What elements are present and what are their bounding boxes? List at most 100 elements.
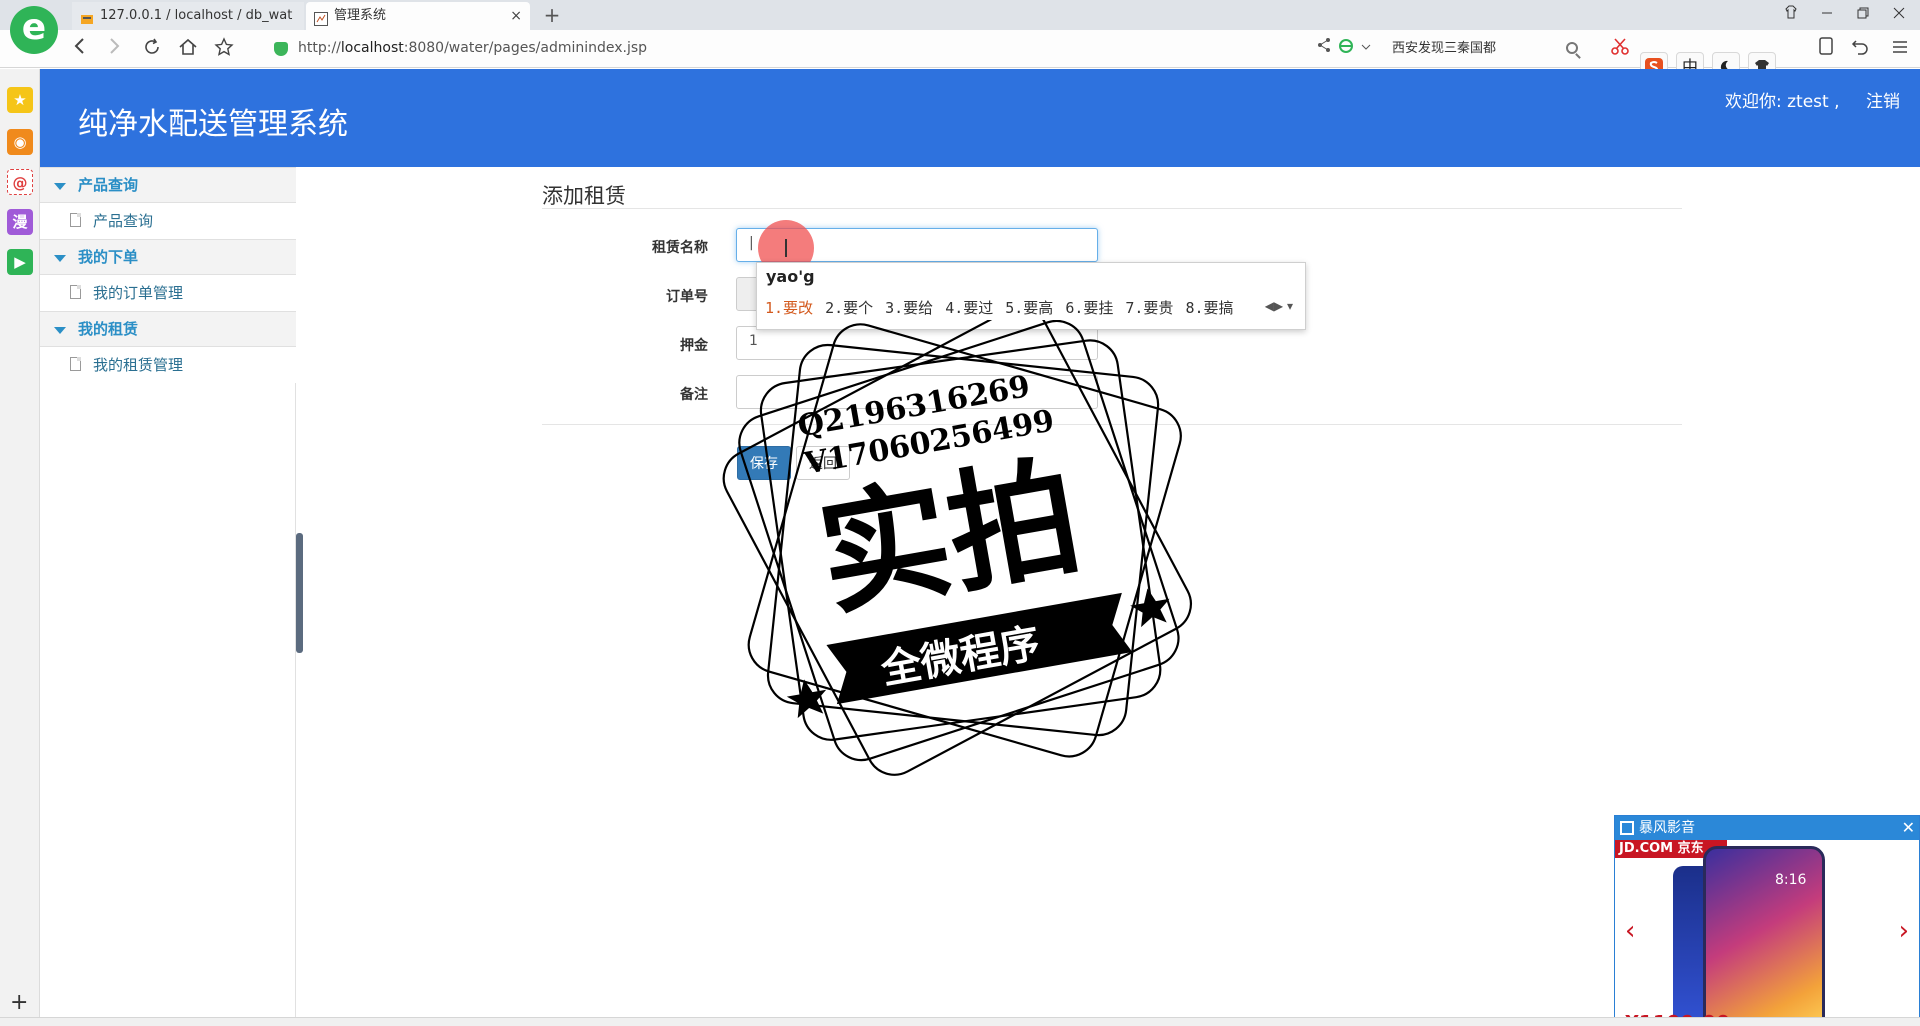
refresh-icon[interactable]: [140, 37, 164, 61]
welcome-text: 欢迎你: ztest ,: [1725, 92, 1840, 112]
sidebar-item-label: 我的租赁管理: [93, 356, 184, 374]
ime-candidate[interactable]: 5.要高: [1005, 297, 1053, 318]
ime-candidate[interactable]: 6.要挂: [1065, 297, 1113, 318]
ime-candidate[interactable]: 8.要搞: [1185, 297, 1233, 318]
tab-label: 管理系统: [334, 8, 387, 23]
deposit-label: 押金: [680, 338, 708, 354]
restore-icon[interactable]: [1852, 4, 1874, 26]
logout-link[interactable]: 注销: [1866, 87, 1900, 112]
sidebar-group-label: 我的租赁: [78, 320, 139, 338]
chevron-left-icon[interactable]: ‹: [1625, 916, 1635, 946]
ime-page-arrows-icon[interactable]: ◀▶ ▾: [1265, 299, 1293, 313]
share-icon[interactable]: [1312, 37, 1336, 61]
ime-candidate[interactable]: 2.要个: [825, 297, 873, 318]
chevron-down-icon[interactable]: [1354, 37, 1378, 61]
browser-nav-bar: http://localhost:8080/water/pages/admini…: [0, 30, 1920, 68]
ime-candidate-popup: yao'g 1.要改 2.要个 3.要给 4.要过 5.要高 6.要挂 7.要贵…: [756, 262, 1306, 330]
weibo-icon[interactable]: ◉: [7, 129, 33, 155]
sidebar-group-rentals[interactable]: 我的租赁: [40, 311, 296, 347]
minimize-icon[interactable]: [1816, 4, 1838, 26]
url-scheme: http://: [298, 40, 341, 56]
undo-icon[interactable]: [1848, 37, 1872, 61]
sidebar-item-rental-management[interactable]: 我的租赁管理: [40, 347, 296, 383]
ad-phone-time: 8:16: [1775, 872, 1807, 888]
tab-phpmyadmin[interactable]: 127.0.0.1 / localhost / db_wat: [72, 2, 304, 30]
sidebar-collapse-handle[interactable]: [296, 533, 303, 653]
chevron-right-icon[interactable]: ›: [1899, 916, 1909, 946]
triangle-down-icon: [54, 255, 66, 262]
phpmyadmin-icon: [80, 9, 94, 24]
browser-side-strip: ★ ◉ @ 漫 ▶ +: [0, 69, 40, 1017]
comic-icon[interactable]: 漫: [7, 209, 33, 235]
browser-logo-icon[interactable]: e: [10, 6, 58, 54]
back-button[interactable]: 返回: [796, 446, 850, 480]
sidebar-item-label: 产品查询: [93, 212, 154, 230]
favorites-star-icon[interactable]: ★: [7, 87, 33, 113]
app-title: 纯净水配送管理系统: [78, 107, 348, 142]
watermark-big-text: 实拍: [808, 440, 1090, 635]
tab-admin-system[interactable]: 管理系统 ×: [306, 2, 530, 30]
close-window-icon[interactable]: [1888, 4, 1910, 26]
sidebar-group-orders[interactable]: 我的下单: [40, 239, 296, 275]
document-icon: [70, 213, 81, 227]
sidebar-group-product[interactable]: 产品查询: [40, 167, 296, 203]
app-header: 纯净水配送管理系统 欢迎你: ztest , 注销: [40, 69, 1920, 167]
url-path: :8080/water/pages/adminindex.jsp: [403, 40, 648, 56]
order-number-label: 订单号: [666, 289, 708, 305]
search-icon[interactable]: [1566, 42, 1578, 54]
ime-candidate[interactable]: 1.要改: [765, 297, 813, 318]
tab-label: 127.0.0.1 / localhost / db_wat: [100, 8, 293, 23]
text-cursor-icon: [785, 239, 787, 257]
baofeng-logo-icon: [1620, 821, 1634, 835]
ad-popup: 暴风影音 ✕ JD.COM 京东 8:16 ‹ › ¥1199.00: [1614, 815, 1920, 1026]
sidebar-item-label: 我的订单管理: [93, 284, 184, 302]
favorite-star-icon[interactable]: [212, 37, 236, 61]
close-icon[interactable]: ✕: [1902, 816, 1915, 840]
watermark-ribbon-text: 全微程序: [877, 620, 1044, 693]
sidebar-group-label: 产品查询: [78, 176, 139, 194]
sidebar-item-order-management[interactable]: 我的订单管理: [40, 275, 296, 311]
close-tab-icon[interactable]: ×: [510, 2, 522, 30]
remark-input[interactable]: [736, 375, 1098, 409]
back-arrow-icon[interactable]: [68, 37, 92, 61]
add-sidebar-icon[interactable]: +: [10, 990, 28, 1015]
video-icon[interactable]: ▶: [7, 249, 33, 275]
reading-mode-icon[interactable]: [1814, 37, 1838, 61]
forward-arrow-icon[interactable]: [102, 37, 126, 61]
document-icon: [70, 357, 81, 371]
ime-candidate[interactable]: 4.要过: [945, 297, 993, 318]
address-bar[interactable]: http://localhost:8080/water/pages/admini…: [298, 40, 647, 56]
ime-candidate[interactable]: 7.要贵: [1125, 297, 1173, 318]
divider: [542, 424, 1682, 425]
ime-candidate-list: 1.要改 2.要个 3.要给 4.要过 5.要高 6.要挂 7.要贵 8.要搞: [757, 293, 1307, 321]
phone-image[interactable]: [1703, 846, 1825, 1025]
ad-titlebar: 暴风影音 ✕: [1615, 816, 1919, 840]
sidebar-group-label: 我的下单: [78, 248, 139, 266]
home-icon[interactable]: [176, 37, 200, 61]
search-input[interactable]: 西安发现三秦国都: [1392, 38, 1582, 60]
sidebar-item-product-query[interactable]: 产品查询: [40, 203, 296, 239]
browser-tab-bar: e 127.0.0.1 / localhost / db_wat 管理系统 × …: [0, 0, 1920, 54]
divider: [542, 208, 1682, 209]
remark-label: 备注: [680, 387, 708, 403]
triangle-down-icon: [54, 327, 66, 334]
page-icon: [314, 9, 328, 26]
new-tab-button[interactable]: +: [540, 2, 564, 28]
url-host: localhost: [340, 40, 404, 56]
email-icon[interactable]: @: [7, 169, 33, 195]
scissors-icon[interactable]: [1608, 37, 1632, 61]
menu-icon[interactable]: [1888, 37, 1912, 61]
ad-title: 暴风影音: [1639, 820, 1695, 836]
rental-name-label: 租赁名称: [652, 240, 708, 256]
sidebar: 产品查询 产品查询 我的下单 我的订单管理 我的租赁 我的租赁管理: [40, 167, 296, 1017]
deposit-input[interactable]: 1: [736, 326, 1098, 360]
secure-shield-icon: [274, 42, 288, 56]
browser-status-bar: [0, 1017, 1920, 1026]
ime-candidate[interactable]: 3.要给: [885, 297, 933, 318]
triangle-down-icon: [54, 183, 66, 190]
skin-icon[interactable]: [1780, 4, 1802, 26]
save-button[interactable]: 保存: [737, 446, 791, 480]
document-icon: [70, 285, 81, 299]
page-title: 添加租赁: [542, 184, 626, 208]
ime-composition-text: yao'g: [766, 267, 815, 286]
